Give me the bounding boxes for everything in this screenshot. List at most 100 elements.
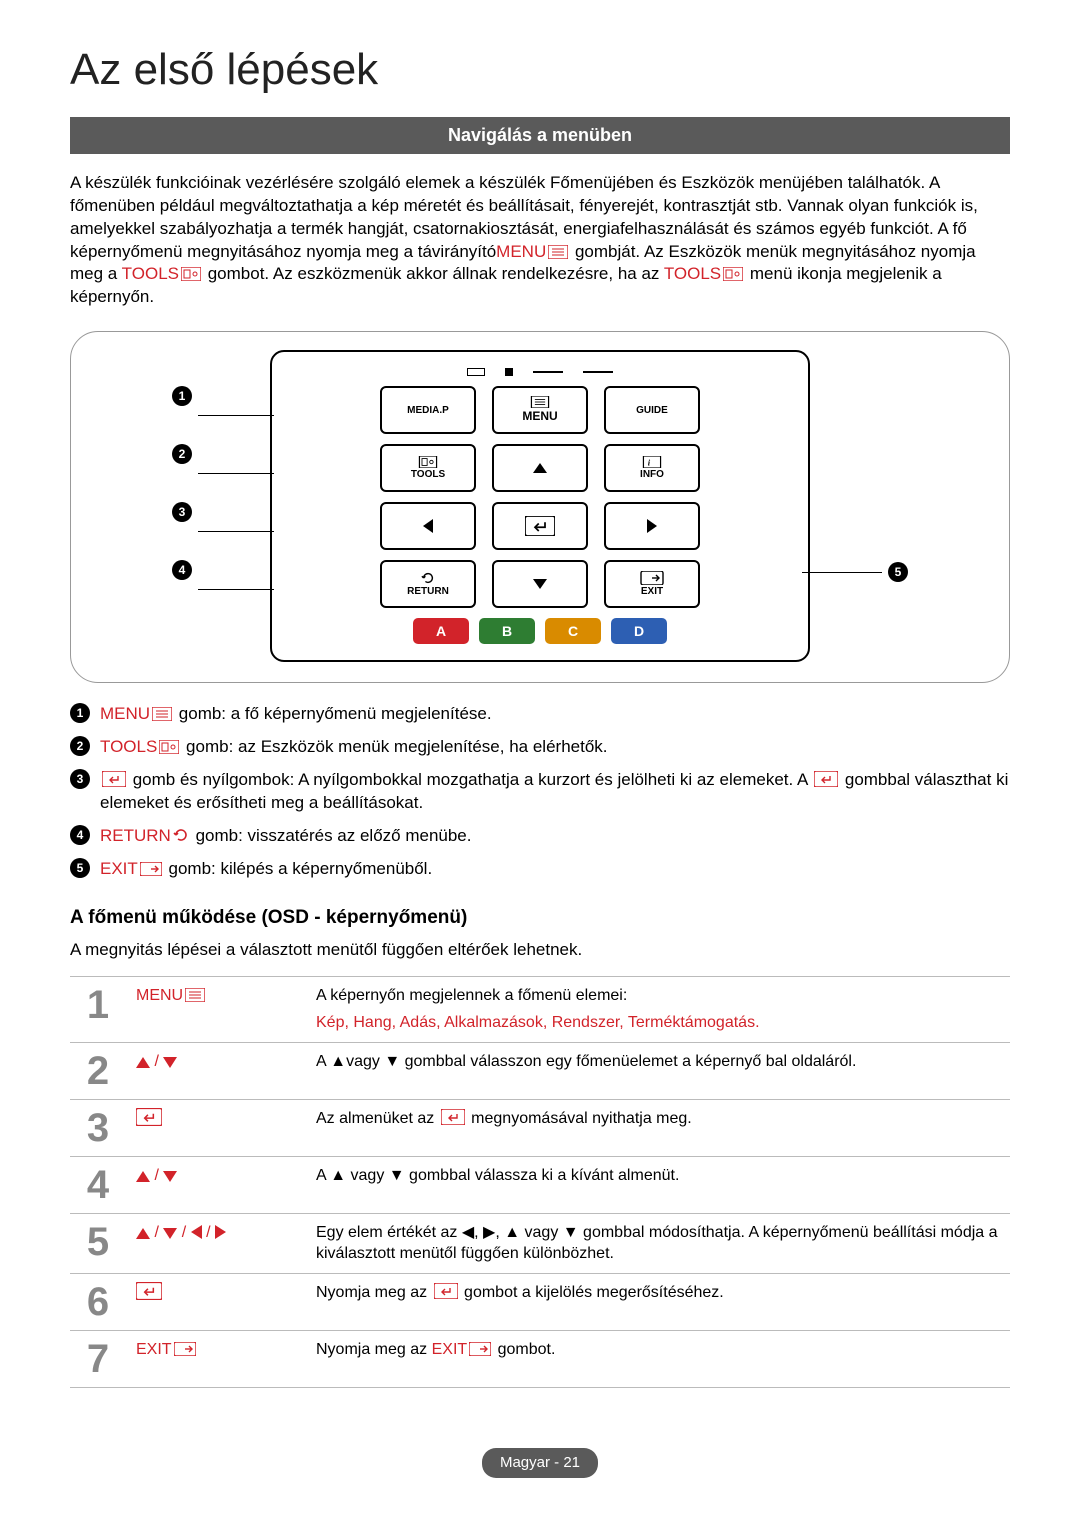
step-number: 5: [70, 1213, 126, 1273]
tools-icon: [159, 740, 179, 754]
exit-icon: [640, 571, 664, 585]
legend-marker-5: 5: [70, 858, 90, 878]
remote-diagram: 1 2 3 4 5 MEDIA.P MENU GUIDE TOOLS INFO: [70, 331, 1010, 683]
tools-label: TOOLS: [411, 468, 445, 482]
page-title: Az első lépések: [70, 40, 1010, 99]
info-button: INFO: [604, 444, 700, 492]
step-desc: A ▲ vagy ▼ gombbal válassza ki a kívánt …: [306, 1156, 1010, 1213]
step-desc-line: A képernyőn megjelennek a főmenü elemei:: [316, 985, 1000, 1007]
menu-icon: [152, 707, 172, 721]
footer-page: 21: [563, 1454, 580, 1471]
step-key: /: [126, 1042, 306, 1099]
color-d-button: D: [611, 618, 667, 644]
guide-label: GUIDE: [636, 404, 668, 418]
tools-icon: [416, 456, 440, 468]
step-categories: Kép, Hang, Adás, Alkalmazások, Rendszer,…: [316, 1012, 1000, 1034]
exit-button: EXIT: [604, 560, 700, 608]
triangle-up-icon: [136, 1057, 150, 1068]
diagram-marker-1: 1: [172, 386, 192, 406]
legend-return-word: RETURN: [100, 826, 171, 845]
menu-icon: [528, 396, 552, 408]
step-key: EXIT: [126, 1330, 306, 1387]
info-icon: [640, 456, 664, 468]
mediap-button: MEDIA.P: [380, 386, 476, 434]
step-key: MENU: [126, 976, 306, 1042]
step-desc: Egy elem értékét az ◀, ▶, ▲ vagy ▼ gombb…: [306, 1213, 1010, 1273]
legend-marker-1: 1: [70, 703, 90, 723]
diagram-marker-2: 2: [172, 444, 192, 464]
color-b-button: B: [479, 618, 535, 644]
step-key: /: [126, 1156, 306, 1213]
step-number: 3: [70, 1099, 126, 1156]
return-icon: [173, 827, 189, 843]
legend-marker-2: 2: [70, 736, 90, 756]
step-number: 6: [70, 1273, 126, 1330]
triangle-down-icon: [163, 1228, 177, 1239]
intro-paragraph: A készülék funkcióinak vezérlésére szolg…: [70, 172, 1010, 310]
tools-word: TOOLS: [664, 264, 721, 283]
legend-tools-word: TOOLS: [100, 737, 157, 756]
legend-text: gomb: a fő képernyőmenü megjelenítése.: [174, 704, 492, 723]
legend-text: gomb: az Eszközök menük megjelenítése, h…: [181, 737, 607, 756]
step-number: 1: [70, 976, 126, 1042]
enter-icon: [434, 1283, 458, 1299]
legend-text: gomb és nyílgombok: A nyílgombokkal mozg…: [128, 770, 812, 789]
guide-button: GUIDE: [604, 386, 700, 434]
legend-marker-3: 3: [70, 769, 90, 789]
tools-icon: [181, 267, 201, 281]
legend-marker-4: 4: [70, 825, 90, 845]
enter-icon: [136, 1108, 162, 1126]
step-desc: Nyomja meg az gombot a kijelölés megerős…: [306, 1273, 1010, 1330]
return-icon: [418, 571, 438, 585]
legend-text: gomb: visszatérés az előző menübe.: [191, 826, 472, 845]
triangle-down-icon: [163, 1057, 177, 1068]
section-header: Navigálás a menüben: [70, 117, 1010, 153]
return-label: RETURN: [407, 585, 449, 599]
legend-text: gomb: kilépés a képernyőmenüből.: [164, 859, 432, 878]
step-key: [126, 1099, 306, 1156]
triangle-left-icon: [191, 1225, 202, 1239]
triangle-up-icon: [532, 462, 548, 474]
right-arrow-button: [604, 502, 700, 550]
menu-label: MENU: [522, 408, 557, 424]
menu-word: MENU: [496, 242, 546, 261]
enter-button: [492, 502, 588, 550]
triangle-down-icon: [163, 1171, 177, 1182]
step-key: / / /: [126, 1213, 306, 1273]
color-buttons-row: A B C D: [284, 618, 796, 644]
enter-icon: [441, 1109, 465, 1125]
steps-table: 1 MENU A képernyőn megjelennek a főmenü …: [70, 976, 1010, 1388]
diagram-left-numbers: 1 2 3 4: [172, 386, 274, 618]
up-arrow-button: [492, 444, 588, 492]
step-desc: Az almenüket az megnyomásával nyithatja …: [306, 1099, 1010, 1156]
intro-text: gombot. Az eszközmenük akkor állnak rend…: [203, 264, 664, 283]
step-key: [126, 1273, 306, 1330]
menu-button: MENU: [492, 386, 588, 434]
exit-icon: [174, 1342, 196, 1356]
remote-top-decor: [284, 368, 796, 376]
triangle-right-icon: [646, 518, 658, 534]
legend-list: 1 MENU gomb: a fő képernyőmenü megjelení…: [70, 703, 1010, 881]
step-number: 7: [70, 1330, 126, 1387]
step-desc: Nyomja meg az EXIT gombot.: [306, 1330, 1010, 1387]
footer-lang: Magyar: [500, 1454, 550, 1471]
diagram-marker-4: 4: [172, 560, 192, 580]
note-text: A megnyitás lépései a választott menütől…: [70, 939, 1010, 962]
triangle-right-icon: [215, 1225, 226, 1239]
enter-icon: [102, 771, 126, 787]
step-number: 4: [70, 1156, 126, 1213]
tools-word: TOOLS: [122, 264, 179, 283]
step-desc: A ▲vagy ▼ gombbal válasszon egy főmenüel…: [306, 1042, 1010, 1099]
legend-exit-word: EXIT: [100, 859, 138, 878]
diagram-right-number: 5: [802, 562, 908, 582]
menu-icon: [185, 988, 205, 1002]
exit-label: EXIT: [641, 585, 663, 599]
diagram-marker-3: 3: [172, 502, 192, 522]
color-c-button: C: [545, 618, 601, 644]
triangle-down-icon: [532, 578, 548, 590]
exit-icon: [140, 862, 162, 876]
left-arrow-button: [380, 502, 476, 550]
mediap-label: MEDIA.P: [407, 404, 449, 418]
info-label: INFO: [640, 468, 664, 482]
exit-icon: [469, 1342, 491, 1356]
